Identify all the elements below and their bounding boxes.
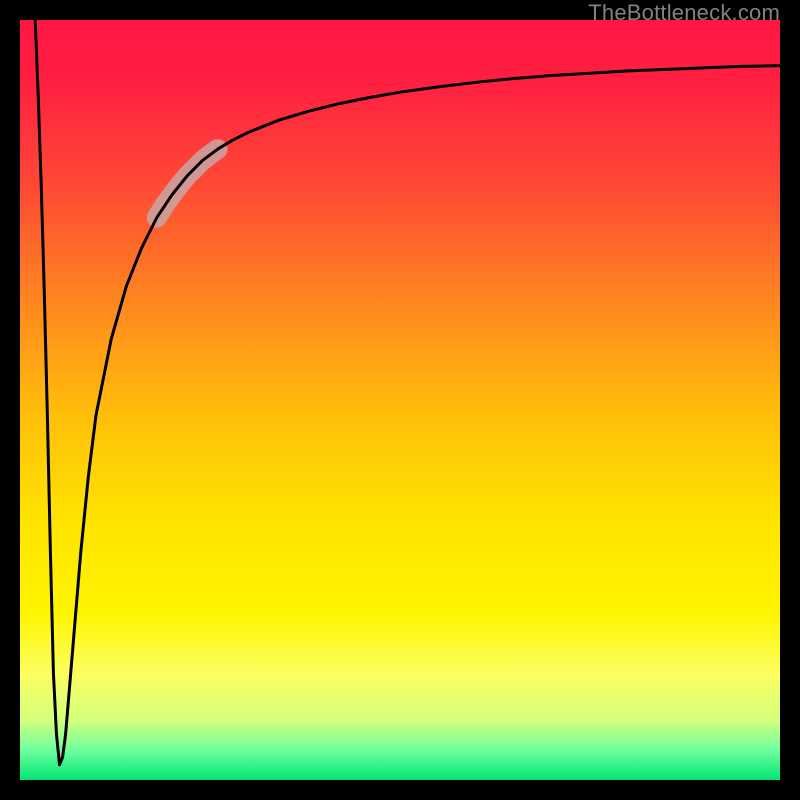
chart-frame: TheBottleneck.com bbox=[0, 0, 800, 800]
watermark-text: TheBottleneck.com bbox=[588, 0, 780, 26]
curve-layer bbox=[20, 20, 780, 780]
curve-highlight bbox=[157, 149, 218, 217]
plot-area bbox=[20, 20, 780, 780]
curve-spike bbox=[35, 20, 65, 765]
curve-recovery bbox=[66, 66, 780, 735]
